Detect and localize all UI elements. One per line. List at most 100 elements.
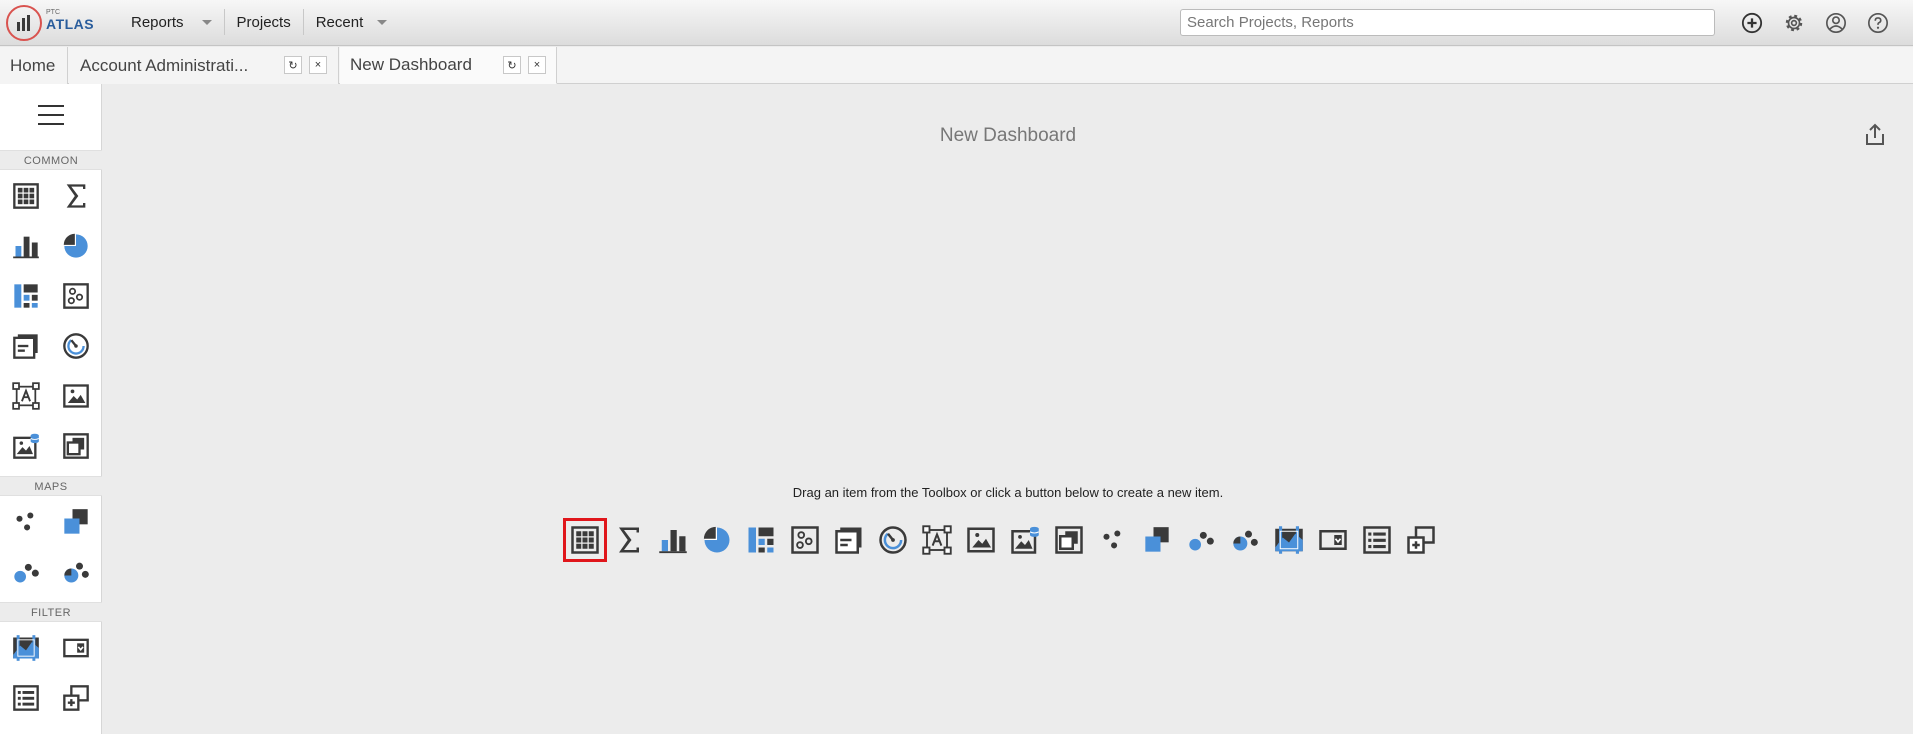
logo-atlas-text: ATLAS [46, 16, 95, 32]
close-icon[interactable]: × [528, 56, 546, 74]
create-tree-view-button[interactable] [1399, 518, 1443, 562]
text-box-icon [922, 525, 952, 555]
create-bubble-map-button[interactable] [1179, 518, 1223, 562]
gauge-icon [878, 525, 908, 555]
bound-image-icon [1010, 525, 1040, 555]
dashboard-canvas: New Dashboard Drag an item from the Tool… [103, 85, 1913, 734]
menu-projects-label: Projects [236, 13, 291, 31]
scatter-chart-icon[interactable] [60, 280, 92, 312]
menu-projects[interactable]: Projects [225, 9, 304, 35]
create-treemap-button[interactable] [739, 518, 783, 562]
tab-account-administration[interactable]: Account Administrati... ↻ × [69, 47, 339, 84]
tab-label: New Dashboard [350, 55, 472, 74]
main-menu: Reports Projects Recent [119, 0, 399, 44]
text-box-icon[interactable] [10, 380, 42, 412]
create-range-filter-button[interactable] [1267, 518, 1311, 562]
pie-chart-icon[interactable] [60, 230, 92, 262]
grid-icon[interactable] [10, 180, 42, 212]
top-icons [1738, 9, 1892, 37]
geo-point-map-icon [1100, 527, 1126, 553]
tree-view-icon[interactable] [60, 682, 92, 714]
bound-image-icon[interactable] [10, 430, 42, 462]
create-card-button[interactable] [607, 518, 651, 562]
card-sigma-icon [614, 525, 644, 555]
section-filter: FILTER [0, 602, 102, 622]
search-input[interactable] [1180, 9, 1715, 36]
group-icon [1054, 525, 1084, 555]
grid-icon [570, 525, 600, 555]
atlas-logo[interactable]: PTC ATLAS [6, 5, 96, 41]
export-icon[interactable] [1861, 121, 1889, 149]
tree-view-icon [1406, 525, 1436, 555]
bar-chart-icon [658, 525, 688, 555]
scatter-chart-icon [790, 525, 820, 555]
pie-map-icon[interactable] [60, 556, 92, 588]
create-gauge-button[interactable] [871, 518, 915, 562]
section-maps: MAPS [0, 476, 102, 496]
list-box-icon [1362, 525, 1392, 555]
menu-recent-label: Recent [315, 13, 364, 31]
logo-ptc-text: PTC [46, 9, 60, 16]
list-box-icon[interactable] [10, 682, 42, 714]
create-pie-map-button[interactable] [1223, 518, 1267, 562]
create-bound-image-button[interactable] [1003, 518, 1047, 562]
image-icon[interactable] [60, 380, 92, 412]
create-geo-point-map-button[interactable] [1091, 518, 1135, 562]
create-chart-button[interactable] [651, 518, 695, 562]
dashboard-title[interactable]: New Dashboard [103, 125, 1913, 147]
group-icon[interactable] [60, 430, 92, 462]
pie-map-icon [1231, 526, 1259, 554]
help-icon[interactable] [1864, 9, 1892, 37]
create-pie-button[interactable] [695, 518, 739, 562]
create-group-button[interactable] [1047, 518, 1091, 562]
chevron-down-icon[interactable] [201, 19, 212, 25]
tab-bar: Home Account Administrati... ↻ × New Das… [0, 47, 1913, 84]
section-common: COMMON [0, 150, 102, 170]
menu-reports[interactable]: Reports [119, 9, 225, 35]
create-text-box-button[interactable] [915, 518, 959, 562]
image-icon [966, 525, 996, 555]
gear-icon[interactable] [1780, 9, 1808, 37]
create-list-box-button[interactable] [1355, 518, 1399, 562]
pie-chart-icon [702, 525, 732, 555]
choropleth-map-icon[interactable] [60, 506, 92, 538]
combo-box-icon[interactable] [60, 632, 92, 664]
close-icon[interactable]: × [309, 56, 327, 74]
treemap-icon [746, 525, 776, 555]
add-icon[interactable] [1738, 9, 1766, 37]
tab-new-dashboard[interactable]: New Dashboard ↻ × [340, 47, 557, 84]
create-grid-button[interactable] [563, 518, 607, 562]
create-scatter-button[interactable] [783, 518, 827, 562]
top-bar: PTC ATLAS Reports Projects Recent [0, 0, 1913, 46]
choropleth-map-icon [1143, 526, 1171, 554]
range-filter-icon [1274, 525, 1304, 555]
create-combo-box-button[interactable] [1311, 518, 1355, 562]
empty-dashboard-hint: Drag an item from the Toolbox or click a… [792, 485, 1224, 500]
cards-icon[interactable] [10, 330, 42, 362]
create-image-button[interactable] [959, 518, 1003, 562]
cards-icon [834, 525, 864, 555]
tab-label: Home [10, 55, 56, 75]
tab-home[interactable]: Home [0, 47, 68, 84]
bubble-map-icon [1187, 526, 1215, 554]
refresh-icon[interactable]: ↻ [284, 56, 302, 74]
toolbox-sidebar: COMMON MAPS FILTER [0, 84, 102, 734]
bubble-map-icon[interactable] [10, 556, 42, 588]
gauge-icon[interactable] [60, 330, 92, 362]
hamburger-menu-icon[interactable] [38, 105, 64, 125]
user-icon[interactable] [1822, 9, 1850, 37]
create-choropleth-map-button[interactable] [1135, 518, 1179, 562]
bar-chart-icon[interactable] [10, 230, 42, 262]
chevron-down-icon[interactable] [377, 19, 388, 25]
logo-bars-icon [17, 15, 33, 31]
menu-recent[interactable]: Recent [304, 9, 400, 35]
treemap-icon[interactable] [10, 280, 42, 312]
create-cards-button[interactable] [827, 518, 871, 562]
combo-box-icon [1318, 525, 1348, 555]
tab-label: Account Administrati... [80, 55, 249, 75]
refresh-icon[interactable]: ↻ [503, 56, 521, 74]
menu-reports-label: Reports [131, 13, 184, 31]
card-sigma-icon[interactable] [60, 180, 92, 212]
range-filter-icon[interactable] [10, 632, 42, 664]
geo-point-map-icon[interactable] [10, 506, 42, 538]
